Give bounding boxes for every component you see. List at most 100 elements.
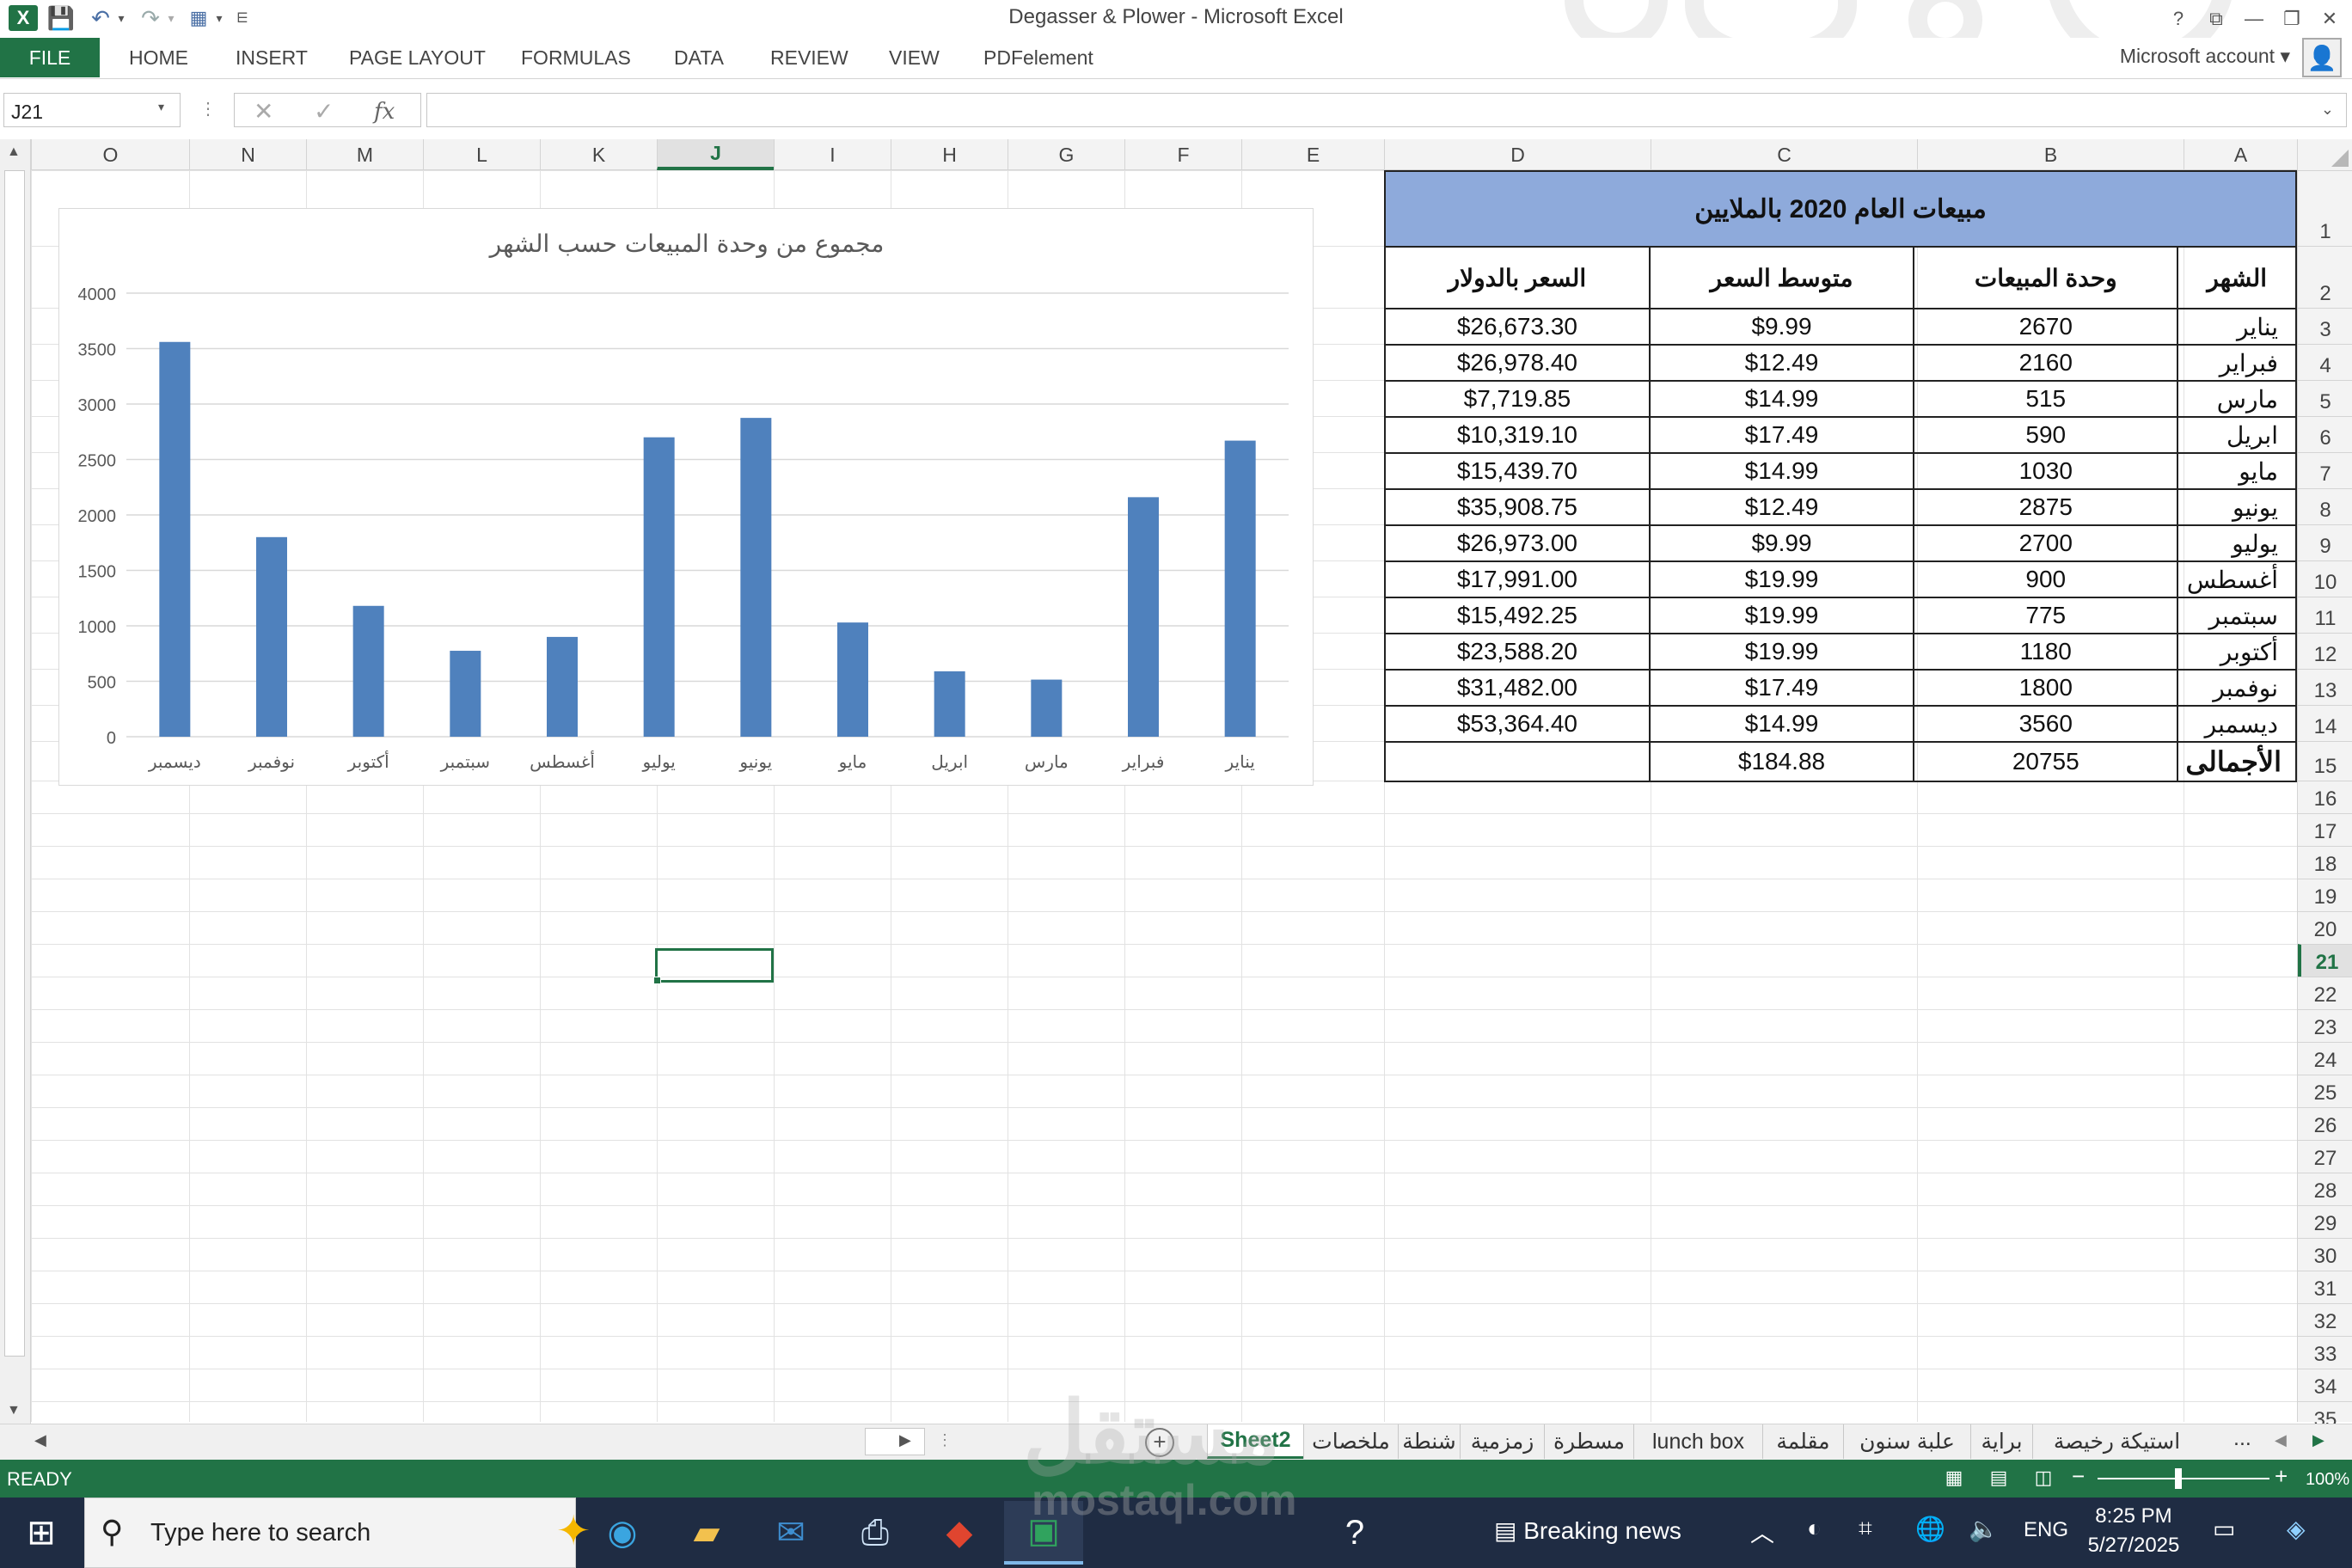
name-box-dropdown-icon[interactable]: ▾ <box>158 100 164 114</box>
chart-bar[interactable] <box>1128 497 1159 737</box>
zoom-in-icon[interactable]: + <box>2275 1463 2288 1490</box>
clock-time[interactable]: 8:25 PM <box>2086 1504 2182 1528</box>
row-header-17[interactable]: 17 <box>2298 813 2352 846</box>
row-header-12[interactable]: 12 <box>2298 633 2352 669</box>
total-units[interactable]: 20755 <box>1913 741 2179 782</box>
row-header-33[interactable]: 33 <box>2298 1336 2352 1369</box>
cell-avg-price[interactable]: $12.49 <box>1648 344 1915 382</box>
network-icon[interactable]: 🌐 <box>1915 1515 1945 1543</box>
column-header-l[interactable]: L <box>423 139 540 170</box>
page-layout-view-icon[interactable]: ▤ <box>1984 1467 2013 1491</box>
sheet-tab[interactable]: براية <box>1970 1424 2032 1459</box>
vertical-scrollbar[interactable]: ▲ ▼ <box>0 139 31 1424</box>
redo-dropdown-icon[interactable]: ▾ <box>165 3 177 33</box>
account-menu[interactable]: Microsoft account ▾ <box>2120 45 2290 68</box>
mail-app-icon[interactable]: ✉ <box>751 1501 830 1565</box>
chart-bar[interactable] <box>159 341 191 737</box>
cell-avg-price[interactable]: $9.99 <box>1648 308 1915 346</box>
cell-units[interactable]: 775 <box>1913 597 2179 634</box>
row-header-16[interactable]: 16 <box>2298 781 2352 813</box>
form-dropdown-icon[interactable]: ▾ <box>213 3 225 33</box>
cell-month[interactable]: يوليو <box>2177 524 2297 562</box>
cell-avg-price[interactable]: $17.49 <box>1648 416 1915 454</box>
row-header-4[interactable]: 4 <box>2298 344 2352 380</box>
zoom-level[interactable]: 100% <box>2306 1470 2349 1490</box>
language-indicator[interactable]: ENG <box>2024 1518 2068 1542</box>
tab-insert[interactable]: INSERT <box>236 38 308 77</box>
cancel-icon[interactable]: ✕ <box>254 97 273 126</box>
scroll-left-icon[interactable]: ◀ <box>34 1431 46 1449</box>
row-header-27[interactable]: 27 <box>2298 1140 2352 1173</box>
tab-data[interactable]: DATA <box>674 38 724 77</box>
column-header-f[interactable]: F <box>1124 139 1241 170</box>
help-button[interactable]: ? <box>2161 3 2196 34</box>
column-header-a[interactable]: A <box>2184 139 2297 170</box>
notifications-icon[interactable]: ▭ <box>2213 1515 2235 1543</box>
chart-bar[interactable] <box>837 622 868 737</box>
cell-dollars[interactable]: $35,908.75 <box>1384 488 1651 526</box>
more-sheets-button[interactable]: ... <box>2233 1426 2251 1451</box>
total-avg-price[interactable]: $184.88 <box>1648 741 1915 782</box>
row-header-9[interactable]: 9 <box>2298 524 2352 560</box>
expand-formula-bar-icon[interactable]: ⌄ <box>2321 101 2334 119</box>
row-header-3[interactable]: 3 <box>2298 308 2352 344</box>
header-units[interactable]: وحدة المبيعات <box>1913 246 2179 309</box>
cell-units[interactable]: 590 <box>1913 416 2179 454</box>
device-icon[interactable]: ⌗ <box>1859 1515 1872 1543</box>
close-button[interactable]: ✕ <box>2312 3 2347 34</box>
row-header-24[interactable]: 24 <box>2298 1042 2352 1075</box>
row-header-22[interactable]: 22 <box>2298 977 2352 1009</box>
row-header-19[interactable]: 19 <box>2298 879 2352 911</box>
cell-avg-price[interactable]: $14.99 <box>1648 380 1915 418</box>
row-header-25[interactable]: 25 <box>2298 1075 2352 1107</box>
column-header-j[interactable]: J <box>657 139 774 170</box>
enter-icon[interactable]: ✓ <box>314 97 334 126</box>
ribbon-display-options-button[interactable]: ⧉ <box>2199 3 2233 34</box>
cell-month[interactable]: مايو <box>2177 452 2297 490</box>
header-avg-price[interactable]: متوسط السعر <box>1648 246 1915 309</box>
tab-formulas[interactable]: FORMULAS <box>521 38 631 77</box>
cell-avg-price[interactable]: $12.49 <box>1648 488 1915 526</box>
restore-button[interactable]: ❐ <box>2275 3 2309 34</box>
cell-units[interactable]: 2700 <box>1913 524 2179 562</box>
sheet-tab[interactable]: زمزمية <box>1460 1424 1544 1459</box>
cell-units[interactable]: 2160 <box>1913 344 2179 382</box>
sheet-tab[interactable]: lunch box <box>1633 1424 1762 1459</box>
table-title[interactable]: مبيعات العام 2020 بالملايين <box>1384 170 2297 248</box>
column-header-o[interactable]: O <box>31 139 189 170</box>
previous-sheet-icon[interactable]: ◀ <box>2275 1431 2287 1449</box>
undo-dropdown-icon[interactable]: ▾ <box>115 3 127 33</box>
normal-view-icon[interactable]: ▦ <box>1939 1467 1969 1491</box>
insert-function-icon[interactable]: fx <box>374 99 395 125</box>
meet-icon[interactable]: ◐ <box>1807 1515 1822 1542</box>
tab-review[interactable]: REVIEW <box>770 38 848 77</box>
next-sheet-icon[interactable]: ▶ <box>2312 1431 2324 1449</box>
column-header-c[interactable]: C <box>1651 139 1917 170</box>
column-header-m[interactable]: M <box>306 139 423 170</box>
page-break-view-icon[interactable]: ◫ <box>2029 1467 2058 1491</box>
header-dollars[interactable]: السعر بالدولار <box>1384 246 1651 309</box>
zoom-slider-thumb[interactable] <box>2175 1468 2182 1489</box>
row-header-21[interactable]: 21 <box>2298 944 2352 977</box>
cell-units[interactable]: 2875 <box>1913 488 2179 526</box>
cell-month[interactable]: أكتوبر <box>2177 633 2297 671</box>
cell-units[interactable]: 2670 <box>1913 308 2179 346</box>
cell-avg-price[interactable]: $19.99 <box>1648 560 1915 598</box>
chart-bar[interactable] <box>450 651 481 737</box>
cell-avg-price[interactable]: $14.99 <box>1648 705 1915 743</box>
cell-dollars[interactable]: $26,973.00 <box>1384 524 1651 562</box>
row-header-23[interactable]: 23 <box>2298 1009 2352 1042</box>
row-header-8[interactable]: 8 <box>2298 488 2352 524</box>
chart-bar[interactable] <box>934 671 965 737</box>
cell-month[interactable]: سبتمبر <box>2177 597 2297 634</box>
help-app-icon[interactable]: ? <box>1315 1501 1394 1565</box>
chart-bar[interactable] <box>740 418 772 737</box>
cell-units[interactable]: 1030 <box>1913 452 2179 490</box>
sheet-tab[interactable]: ملخصات <box>1303 1424 1398 1459</box>
form-icon[interactable]: ▦ <box>184 3 213 33</box>
sales-bar-chart[interactable]: مجموع من وحدة المبيعات حسب الشهر 0 500 1000… <box>58 208 1314 786</box>
cell-dollars[interactable]: $10,319.10 <box>1384 416 1651 454</box>
sheet-tab[interactable]: استيكة رخيصة <box>2032 1424 2201 1459</box>
printer-app-icon[interactable]: ⎙ <box>836 1501 915 1565</box>
volume-icon[interactable]: 🔈 <box>1969 1515 1999 1543</box>
